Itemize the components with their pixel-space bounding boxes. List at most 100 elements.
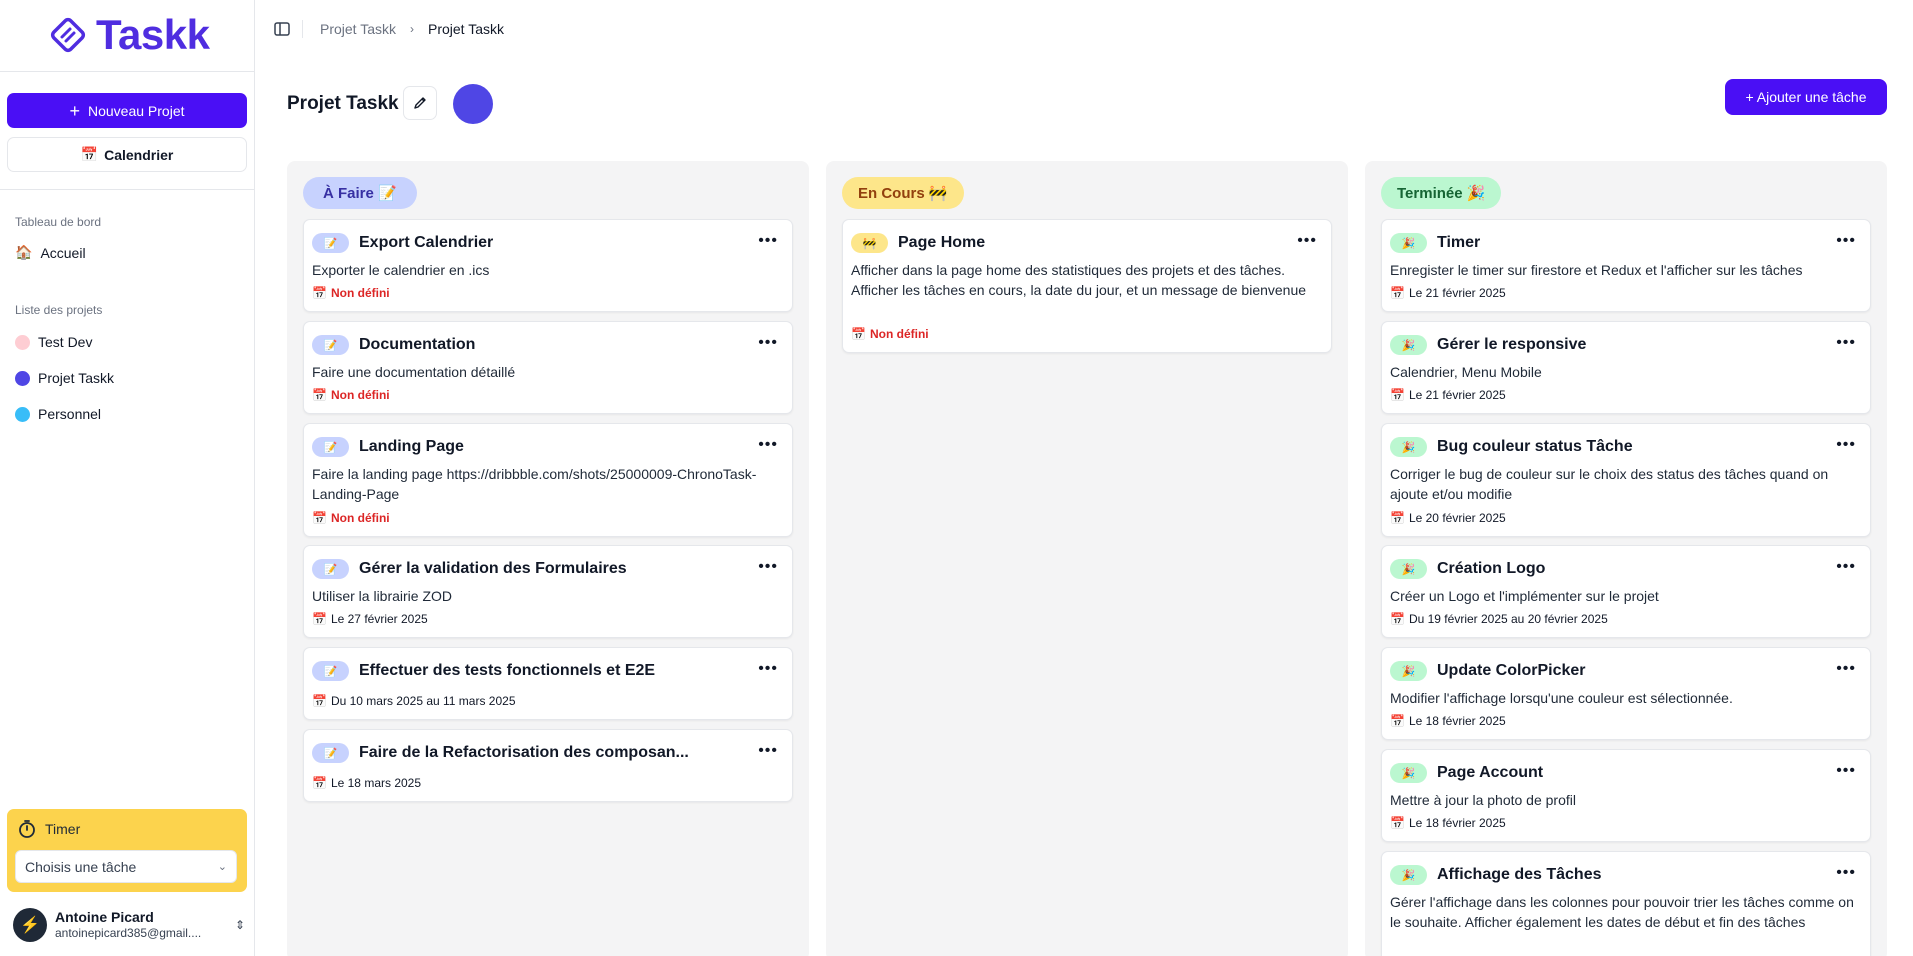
calendar-button[interactable]: 📅 Calendrier bbox=[7, 137, 247, 172]
task-card[interactable]: 📝 Effectuer des tests fonctionnels et E2… bbox=[303, 647, 793, 720]
task-card[interactable]: 🎉 Création Logo ••• Créer un Logo et l'i… bbox=[1381, 545, 1871, 638]
pencil-icon bbox=[414, 97, 426, 109]
task-title: Affichage des Tâches bbox=[1437, 866, 1602, 883]
more-options-icon[interactable]: ••• bbox=[1836, 232, 1856, 250]
sidebar-item-home[interactable]: 🏠 Accueil bbox=[15, 244, 86, 261]
task-date: 📅 Le 21 février 2025 bbox=[1390, 388, 1506, 402]
task-card-header: 🎉 Gérer le responsive bbox=[1390, 335, 1586, 355]
task-card[interactable]: 🎉 Update ColorPicker ••• Modifier l'affi… bbox=[1381, 647, 1871, 740]
divider bbox=[0, 71, 255, 72]
breadcrumb-parent[interactable]: Projet Taskk bbox=[320, 21, 396, 37]
task-card[interactable]: 📝 Documentation ••• Faire une documentat… bbox=[303, 321, 793, 414]
breadcrumb-current: Projet Taskk bbox=[428, 21, 504, 37]
app-logo[interactable]: Taskk bbox=[48, 14, 210, 56]
timer-task-select[interactable]: Choisis une tâche ⌄ bbox=[15, 850, 237, 883]
calendar-icon: 📅 bbox=[1390, 388, 1405, 402]
add-task-button[interactable]: + Ajouter une tâche bbox=[1725, 79, 1887, 115]
column-todo: À Faire 📝 📝 Export Calendrier ••• Export… bbox=[287, 161, 809, 956]
more-options-icon[interactable]: ••• bbox=[1836, 864, 1856, 882]
column-status-badge: Terminée 🎉 bbox=[1381, 177, 1502, 209]
edit-project-button[interactable] bbox=[403, 86, 437, 120]
calendar-icon: 📅 bbox=[312, 286, 327, 300]
task-title: Faire de la Refactorisation des composan… bbox=[359, 744, 689, 761]
timer-label: Timer bbox=[45, 821, 81, 837]
column-status-badge: En Cours 🚧 bbox=[842, 177, 964, 209]
task-title: Timer bbox=[1437, 234, 1481, 251]
sidebar-item-project-test-dev[interactable]: Test Dev bbox=[15, 334, 92, 350]
task-card[interactable]: 🚧 Page Home ••• Afficher dans la page ho… bbox=[842, 219, 1332, 353]
user-menu[interactable]: ⚡ Antoine Picard antoinepicard385@gmail.… bbox=[13, 905, 245, 945]
chevron-right-icon: › bbox=[410, 22, 414, 36]
section-label-dashboard: Tableau de bord bbox=[15, 215, 102, 229]
sidebar-item-project-personnel[interactable]: Personnel bbox=[15, 406, 101, 422]
task-date-text: Du 19 février 2025 au 20 février 2025 bbox=[1408, 612, 1608, 626]
more-options-icon[interactable]: ••• bbox=[1836, 436, 1856, 454]
status-pill: 🎉 bbox=[1390, 763, 1427, 783]
task-card[interactable]: 🎉 Page Account ••• Mettre à jour la phot… bbox=[1381, 749, 1871, 842]
more-options-icon[interactable]: ••• bbox=[758, 742, 778, 760]
task-date: 📅 Non défini bbox=[851, 327, 929, 341]
more-options-icon[interactable]: ••• bbox=[1297, 232, 1317, 250]
task-card-header: 🎉 Bug couleur status Tâche bbox=[1390, 437, 1633, 457]
task-date-text: Le 18 mars 2025 bbox=[330, 776, 422, 790]
task-description: Faire la landing page https://dribbble.c… bbox=[312, 466, 757, 502]
task-card[interactable]: 🎉 Bug couleur status Tâche ••• Corriger … bbox=[1381, 423, 1871, 537]
more-options-icon[interactable]: ••• bbox=[1836, 762, 1856, 780]
status-pill: 🚧 bbox=[851, 233, 888, 253]
more-options-icon[interactable]: ••• bbox=[758, 558, 778, 576]
sidebar-item-project-taskk[interactable]: Projet Taskk bbox=[15, 370, 114, 386]
user-info: Antoine Picard antoinepicard385@gmail...… bbox=[55, 909, 201, 940]
status-pill: 🎉 bbox=[1390, 233, 1427, 253]
task-card[interactable]: 🎉 Timer ••• Enregister le timer sur fire… bbox=[1381, 219, 1871, 312]
status-pill: 🎉 bbox=[1390, 865, 1427, 885]
task-description: Modifier l'affichage lorsqu'une couleur … bbox=[1390, 690, 1733, 706]
task-date-text: Non défini bbox=[330, 286, 390, 300]
task-card[interactable]: 📝 Export Calendrier ••• Exporter le cale… bbox=[303, 219, 793, 312]
task-title: Page Home bbox=[898, 234, 986, 251]
house-icon: 🏠 bbox=[15, 244, 33, 260]
task-title: Documentation bbox=[359, 336, 476, 353]
task-description: Corriger le bug de couleur sur le choix … bbox=[1390, 466, 1829, 502]
task-card[interactable]: 🎉 Affichage des Tâches ••• Gérer l'affic… bbox=[1381, 851, 1871, 956]
more-options-icon[interactable]: ••• bbox=[758, 436, 778, 454]
task-card[interactable]: 📝 Faire de la Refactorisation des compos… bbox=[303, 729, 793, 802]
calendar-icon: 📅 bbox=[312, 776, 327, 790]
new-project-button[interactable]: + Nouveau Projet bbox=[7, 93, 247, 128]
status-pill: 🎉 bbox=[1390, 661, 1427, 681]
task-date: 📅 Le 27 février 2025 bbox=[312, 612, 428, 626]
more-options-icon[interactable]: ••• bbox=[1836, 334, 1856, 352]
status-pill: 📝 bbox=[312, 559, 349, 579]
column-in-progress: En Cours 🚧 🚧 Page Home ••• Afficher dans… bbox=[826, 161, 1348, 956]
task-date-text: Non défini bbox=[330, 388, 390, 402]
task-date: 📅 Le 21 février 2025 bbox=[1390, 286, 1506, 300]
logo-icon bbox=[50, 17, 86, 53]
more-options-icon[interactable]: ••• bbox=[1836, 558, 1856, 576]
task-date-text: Du 10 mars 2025 au 11 mars 2025 bbox=[330, 694, 516, 708]
sidebar-item-label: Personnel bbox=[38, 406, 102, 422]
task-date-text: Le 18 février 2025 bbox=[1408, 816, 1506, 830]
new-project-label: Nouveau Projet bbox=[88, 102, 185, 119]
more-options-icon[interactable]: ••• bbox=[758, 232, 778, 250]
project-color-picker[interactable] bbox=[453, 84, 493, 124]
column-done: Terminée 🎉 🎉 Timer ••• Enregister le tim… bbox=[1365, 161, 1887, 956]
task-card-header: 📝 Gérer la validation des Formulaires bbox=[312, 559, 627, 579]
calendar-icon: 📅 bbox=[1390, 816, 1405, 830]
more-options-icon[interactable]: ••• bbox=[758, 334, 778, 352]
project-color-dot bbox=[15, 406, 30, 422]
more-options-icon[interactable]: ••• bbox=[758, 660, 778, 678]
sidebar-item-label: Projet Taskk bbox=[38, 370, 114, 386]
more-options-icon[interactable]: ••• bbox=[1836, 660, 1856, 678]
user-name: Antoine Picard bbox=[55, 909, 154, 926]
avatar: ⚡ bbox=[13, 908, 47, 942]
divider bbox=[302, 20, 303, 38]
task-date-text: Le 20 février 2025 bbox=[1408, 511, 1506, 525]
sidebar-toggle-icon[interactable] bbox=[273, 20, 291, 38]
task-description: Utiliser la librairie ZOD bbox=[312, 588, 453, 604]
calendar-icon: 📅 bbox=[851, 327, 866, 341]
task-card[interactable]: 📝 Landing Page ••• Faire la landing page… bbox=[303, 423, 793, 537]
task-card[interactable]: 📝 Gérer la validation des Formulaires ••… bbox=[303, 545, 793, 638]
calendar-icon: 📅 bbox=[1390, 286, 1405, 300]
task-card[interactable]: 🎉 Gérer le responsive ••• Calendrier, Me… bbox=[1381, 321, 1871, 414]
column-status-badge: À Faire 📝 bbox=[303, 177, 417, 209]
task-title: Gérer la validation des Formulaires bbox=[359, 560, 627, 577]
